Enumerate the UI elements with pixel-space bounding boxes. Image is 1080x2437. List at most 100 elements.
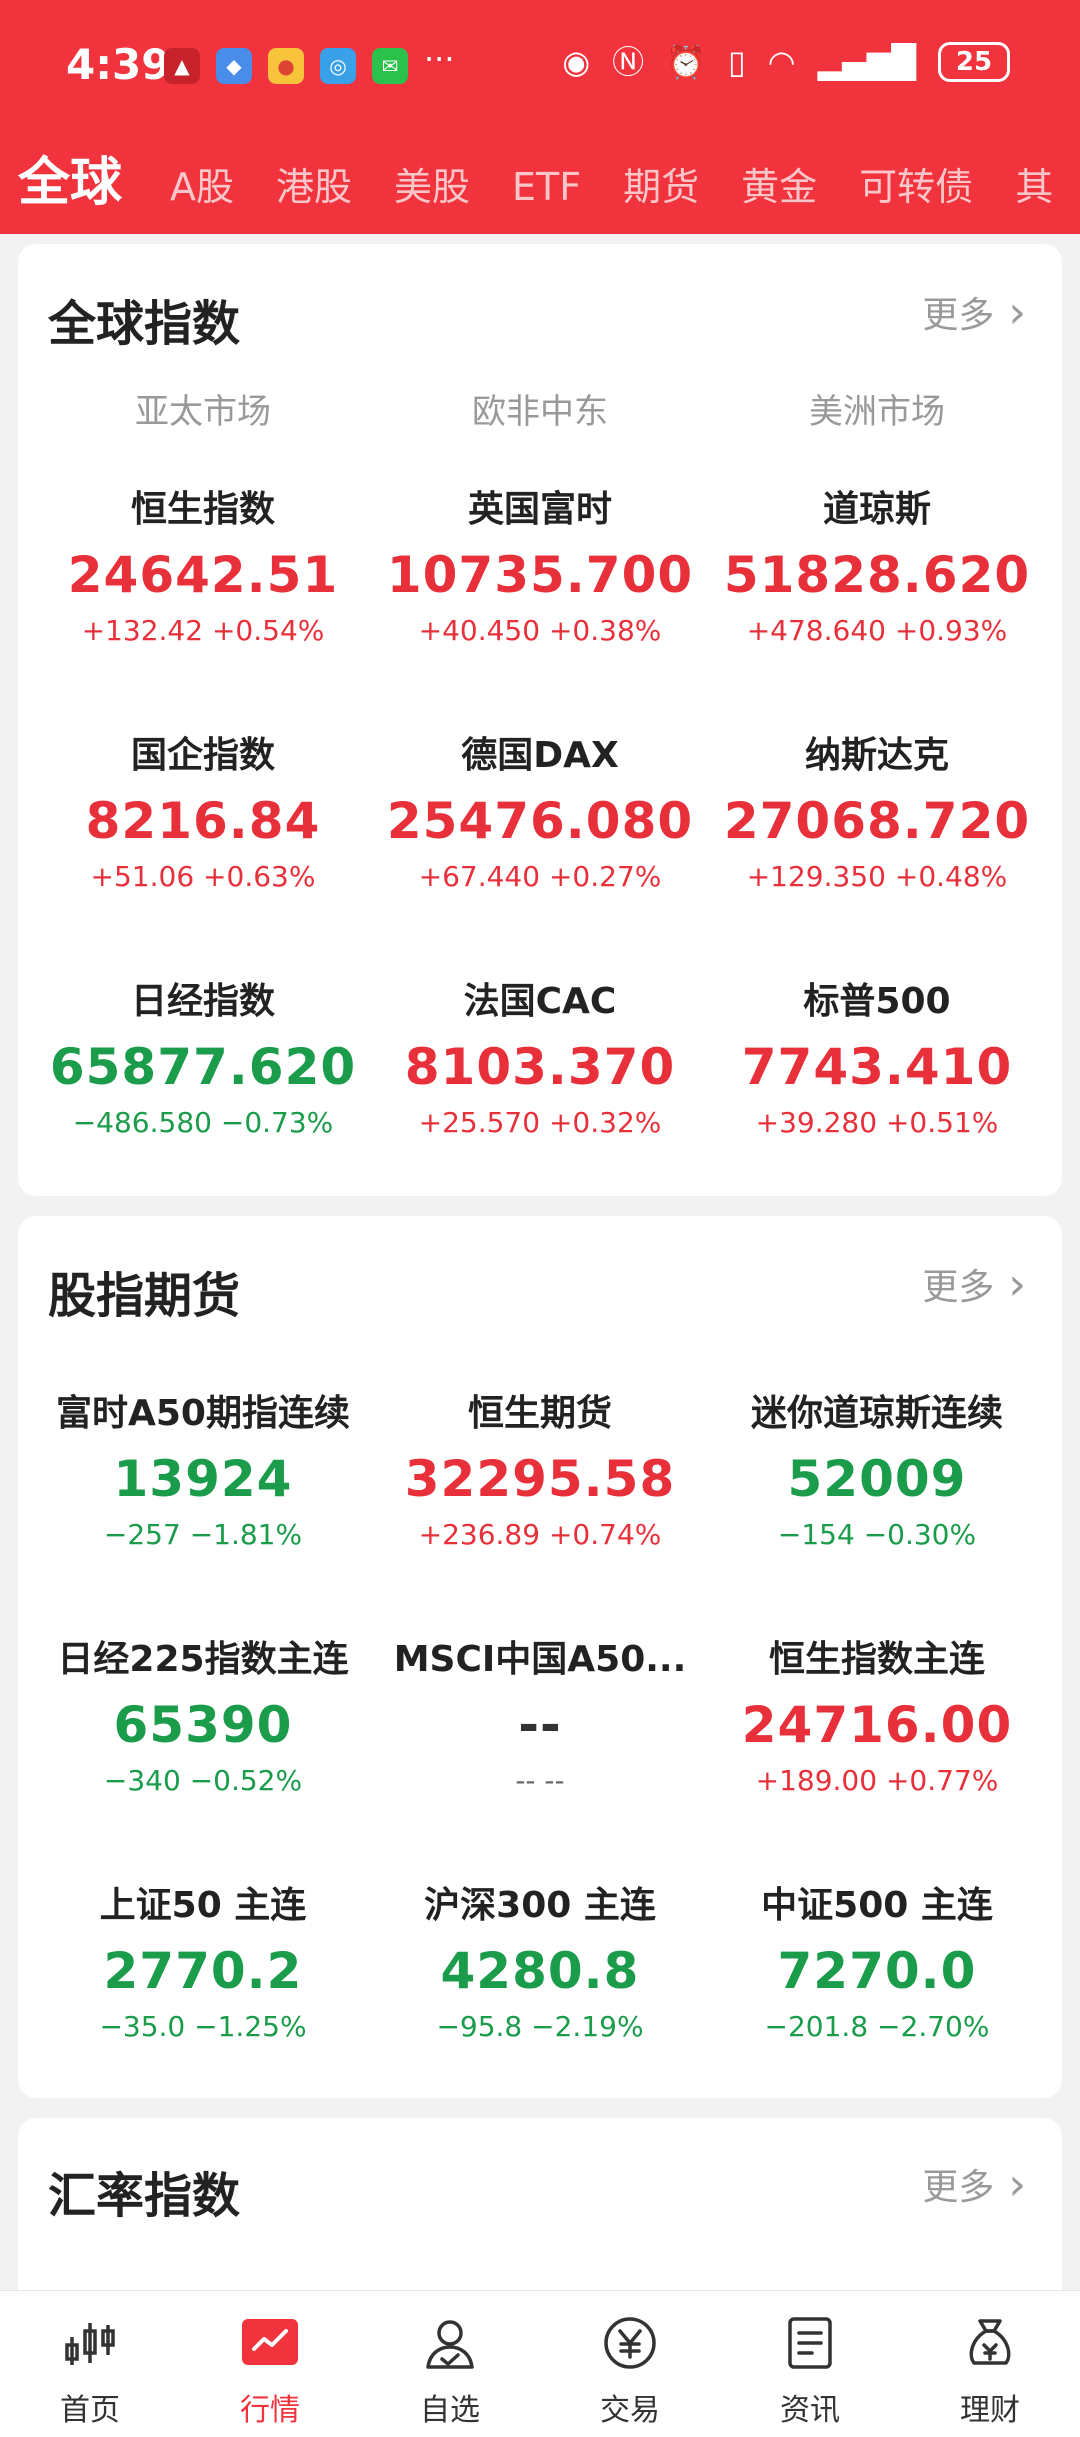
system-status-icons: ◉ Ⓝ ⏰ ▯ ◠ ▂▄▆█ 25 — [562, 42, 1010, 82]
quote-name: 德国DAX — [461, 735, 619, 776]
nav-label: 理财 — [960, 2393, 1020, 2428]
quote-name: 标普500 — [803, 981, 951, 1022]
quote-value: -- — [518, 1696, 562, 1754]
quote-cell[interactable]: 德国DAX 25476.080 +67.440 +0.27% — [370, 726, 710, 893]
more-link[interactable]: 更多 › — [922, 286, 1026, 338]
quote-name: 日经指数 — [130, 981, 275, 1022]
quote-change: −486.580 −0.73% — [72, 1106, 334, 1139]
tab-hk-stocks[interactable]: 港股 — [276, 156, 352, 211]
tab-global[interactable]: 全球 — [18, 140, 122, 215]
tab-convertible-bonds[interactable]: 可转债 — [859, 156, 973, 211]
nav-label: 首页 — [60, 2393, 120, 2428]
card-title: 全球指数 — [48, 296, 241, 352]
quote-change: −154 −0.30% — [777, 1518, 977, 1551]
quote-name: 恒生指数 — [130, 489, 275, 530]
chevron-right-icon: › — [1008, 286, 1026, 338]
quote-change: −340 −0.52% — [103, 1764, 303, 1797]
quote-cell[interactable]: 国企指数 8216.84 +51.06 +0.63% — [33, 726, 373, 893]
quote-value: 27068.720 — [723, 792, 1031, 850]
quote-value: 10735.700 — [386, 546, 694, 604]
more-link[interactable]: 更多 › — [922, 1258, 1026, 1310]
region-europe-africa-mideast[interactable]: 欧非中东 — [370, 384, 710, 433]
quote-cell[interactable]: 上证50 主连 2770.2 −35.0 −1.25% — [33, 1876, 373, 2043]
bottom-navigation: 首页 行情 自选 交易 资讯 理财 — [0, 2290, 1080, 2437]
quote-change: +236.89 +0.74% — [418, 1518, 662, 1551]
nfc-icon: Ⓝ — [612, 43, 645, 81]
wifi-icon: ◠ — [767, 43, 796, 81]
more-link[interactable]: 更多 › — [922, 2158, 1026, 2210]
nav-label: 资讯 — [780, 2393, 840, 2428]
tab-etf[interactable]: ETF — [512, 165, 581, 209]
quote-cell[interactable]: 日经指数 65877.620 −486.580 −0.73% — [33, 972, 373, 1139]
chevron-right-icon: › — [1008, 1258, 1026, 1310]
quote-cell[interactable]: 道琼斯 51828.620 +478.640 +0.93% — [707, 480, 1047, 647]
quote-cell[interactable]: 纳斯达克 27068.720 +129.350 +0.48% — [707, 726, 1047, 893]
quote-cell[interactable]: 标普500 7743.410 +39.280 +0.51% — [707, 972, 1047, 1139]
quote-change: +67.440 +0.27% — [418, 860, 662, 893]
status-bar: 4:39 ▲ ◆ ● ◎ ✉ ··· ◉ Ⓝ ⏰ ▯ ◠ ▂▄▆█ 25 — [0, 0, 1080, 134]
quote-name: 道琼斯 — [822, 489, 931, 530]
region-asia-pacific[interactable]: 亚太市场 — [33, 384, 373, 433]
region-americas[interactable]: 美洲市场 — [707, 384, 1047, 433]
quote-change: +189.00 +0.77% — [755, 1764, 999, 1797]
quote-change: +51.06 +0.63% — [90, 860, 316, 893]
quote-cell[interactable]: 恒生指数 24642.51 +132.42 +0.54% — [33, 480, 373, 647]
quote-change: +129.350 +0.48% — [746, 860, 1008, 893]
nav-wealth[interactable]: 理财 — [900, 2291, 1080, 2437]
nav-trade[interactable]: 交易 — [540, 2291, 720, 2437]
quote-cell[interactable]: 恒生指数主连 24716.00 +189.00 +0.77% — [707, 1630, 1047, 1797]
header: 4:39 ▲ ◆ ● ◎ ✉ ··· ◉ Ⓝ ⏰ ▯ ◠ ▂▄▆█ 25 全球 … — [0, 0, 1080, 234]
document-icon — [780, 2313, 840, 2373]
quote-name: 中证500 主连 — [761, 1885, 993, 1926]
status-time: 4:39 — [66, 40, 171, 89]
quote-cell[interactable]: 恒生期货 32295.58 +236.89 +0.74% — [370, 1384, 710, 1551]
quote-name: 恒生期货 — [467, 1393, 612, 1434]
quote-value: 25476.080 — [386, 792, 694, 850]
quote-cell[interactable]: MSCI中国A50... -- -- -- — [370, 1630, 710, 1797]
alarm-icon: ⏰ — [666, 43, 707, 81]
quote-cell[interactable]: 沪深300 主连 4280.8 −95.8 −2.19% — [370, 1876, 710, 2043]
quote-value: 4280.8 — [440, 1942, 640, 2000]
index-futures-card: 股指期货 更多 › 富时A50期指连续 13924 −257 −1.81% 恒生期货 3… — [18, 1216, 1062, 2098]
quote-change: +132.42 +0.54% — [81, 614, 325, 647]
quote-change: -- -- — [515, 1764, 565, 1797]
quote-cell[interactable]: 英国富时 10735.700 +40.450 +0.38% — [370, 480, 710, 647]
quote-cell[interactable]: 中证500 主连 7270.0 −201.8 −2.70% — [707, 1876, 1047, 2043]
tab-gold[interactable]: 黄金 — [741, 156, 817, 211]
quote-value: 32295.58 — [404, 1450, 676, 1508]
more-label: 更多 — [922, 2167, 995, 2208]
nav-label: 行情 — [240, 2393, 300, 2428]
tab-a-shares[interactable]: A股 — [170, 156, 234, 211]
quote-value: 8103.370 — [404, 1038, 676, 1096]
quote-value: 24716.00 — [741, 1696, 1013, 1754]
quote-value: 65390 — [113, 1696, 293, 1754]
more-notifications-icon: ··· — [424, 40, 455, 78]
quote-name: 纳斯达克 — [804, 735, 949, 776]
nav-watchlist[interactable]: 自选 — [360, 2291, 540, 2437]
quote-name: 国企指数 — [130, 735, 275, 776]
tab-us-stocks[interactable]: 美股 — [394, 156, 470, 211]
quote-change: +478.640 +0.93% — [746, 614, 1008, 647]
quote-cell[interactable]: 富时A50期指连续 13924 −257 −1.81% — [33, 1384, 373, 1551]
global-indices-card: 全球指数 更多 › 亚太市场 欧非中东 美洲市场 恒生指数 24642.51 +13… — [18, 244, 1062, 1196]
candlestick-icon — [60, 2313, 120, 2373]
quote-cell[interactable]: 迷你道琼斯连续 52009 −154 −0.30% — [707, 1384, 1047, 1551]
quote-value: 7743.410 — [741, 1038, 1013, 1096]
quote-name: 日经225指数主连 — [57, 1639, 349, 1680]
tab-futures[interactable]: 期货 — [623, 156, 699, 211]
quote-change: −95.8 −2.19% — [436, 2010, 644, 2043]
quote-name: MSCI中国A50... — [393, 1639, 687, 1680]
quote-name: 上证50 主连 — [99, 1885, 307, 1926]
quote-value: 65877.620 — [49, 1038, 357, 1096]
quote-change: −201.8 −2.70% — [764, 2010, 990, 2043]
nav-home[interactable]: 首页 — [0, 2291, 180, 2437]
shield-app-icon: ◆ — [216, 48, 252, 84]
quote-cell[interactable]: 日经225指数主连 65390 −340 −0.52% — [33, 1630, 373, 1797]
more-label: 更多 — [922, 1267, 995, 1308]
nav-market[interactable]: 行情 — [180, 2291, 360, 2437]
quote-cell[interactable]: 法国CAC 8103.370 +25.570 +0.32% — [370, 972, 710, 1139]
quote-name: 沪深300 主连 — [424, 1885, 656, 1926]
nav-news[interactable]: 资讯 — [720, 2291, 900, 2437]
tab-other[interactable]: 其 — [1015, 156, 1053, 211]
quote-name: 迷你道琼斯连续 — [750, 1393, 1003, 1434]
